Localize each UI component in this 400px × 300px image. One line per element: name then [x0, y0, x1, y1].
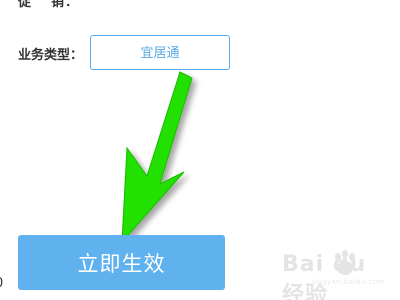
activate-now-button[interactable]: 立即生效 [18, 235, 225, 290]
baidu-jingyan-watermark: Bai du 经验 jingyan.baidu.com [282, 249, 394, 300]
edge-text: 0 [0, 276, 3, 291]
business-type-option[interactable]: 宜居通 [90, 35, 230, 70]
promo-label-char-1: 促 [18, 0, 33, 10]
business-type-label: 业务类型： [18, 48, 84, 63]
promo-label-char-2: 销： [51, 0, 80, 10]
arrow-shape [121, 71, 193, 244]
paw-icon [335, 250, 355, 275]
watermark-url: jingyan.baidu.com [312, 278, 386, 286]
promo-label: 促 销： [18, 0, 79, 10]
page: 促 销： 业务类型： 宜居通 立即生效 0 Bai du 经验 jingyan.b… [0, 0, 400, 300]
